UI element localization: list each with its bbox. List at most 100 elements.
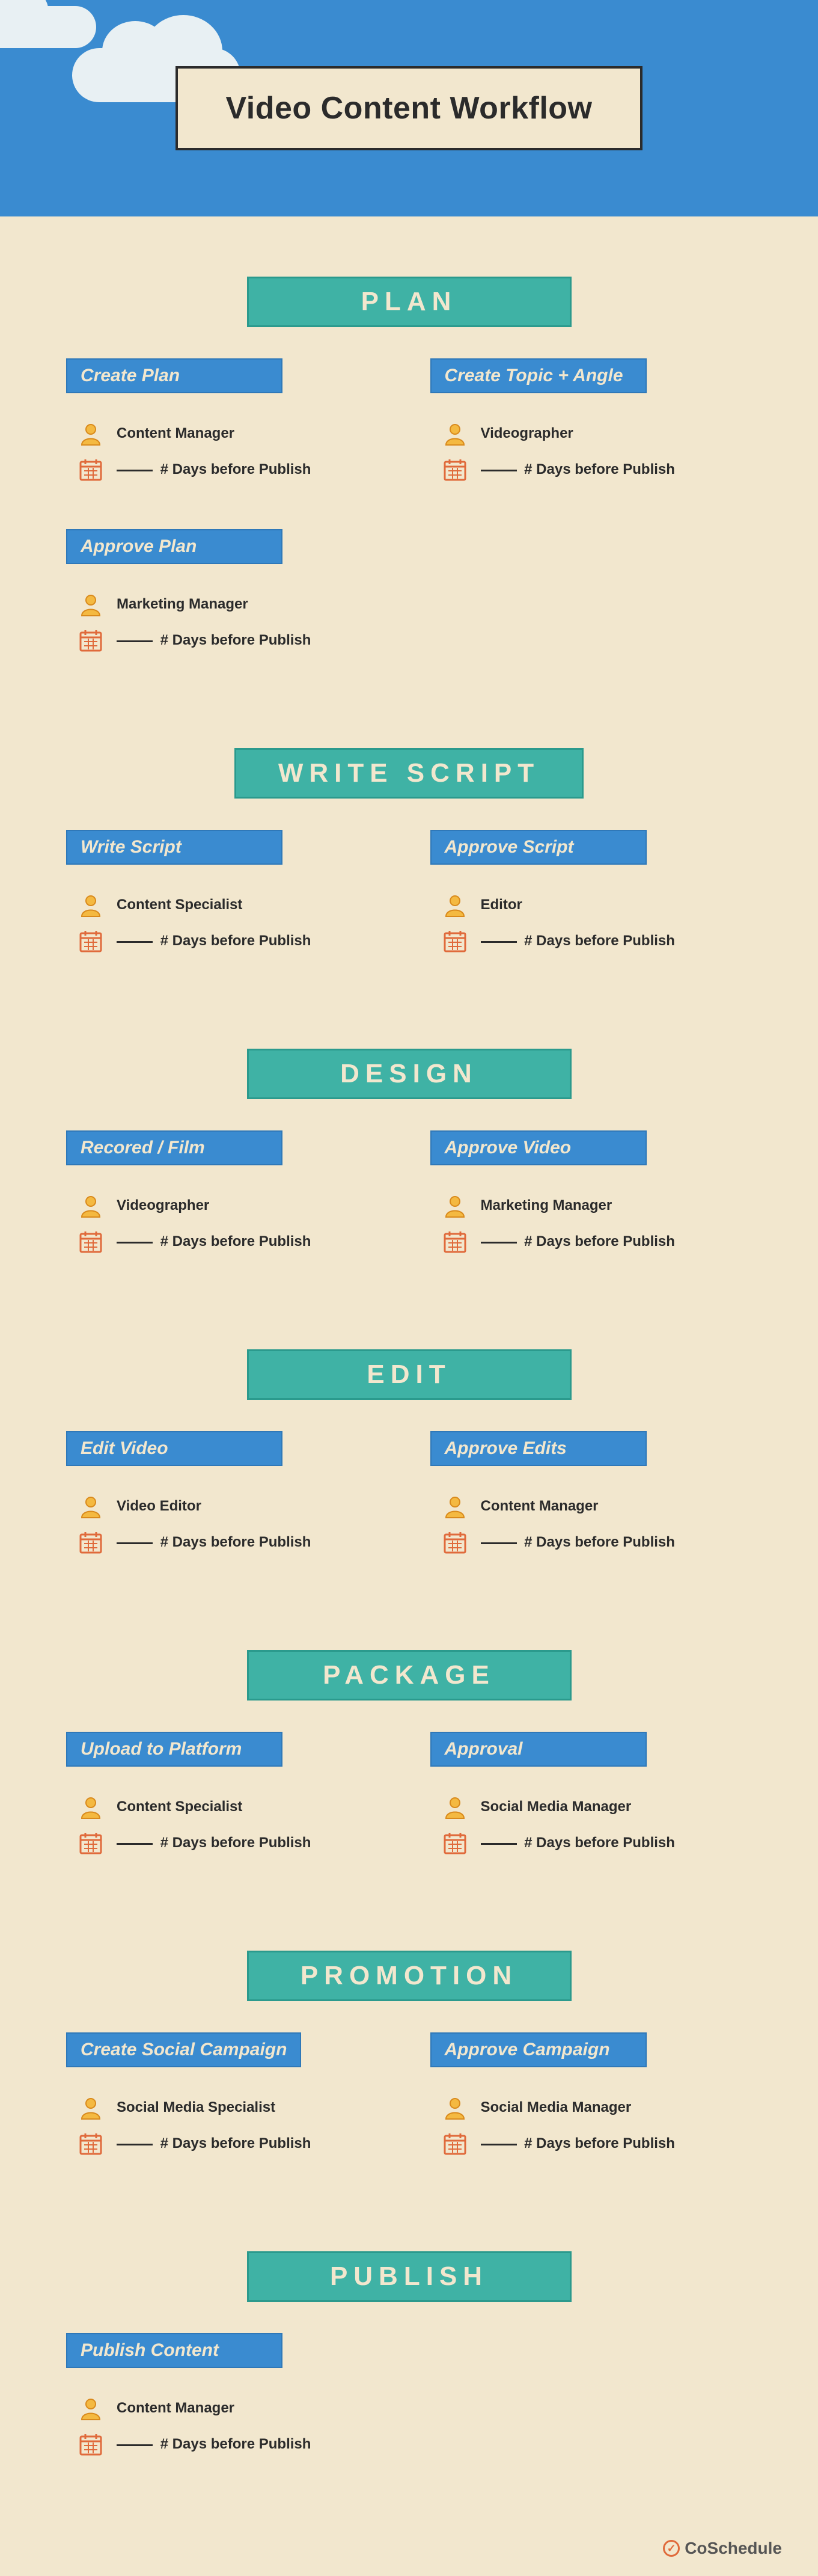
blank-line [481,1242,517,1244]
workflow-card: Create Topic + Angle Videographer # Days… [430,358,752,493]
days-row: # Days before Publish [78,1530,388,1555]
person-icon [78,1494,103,1519]
card-label: Approve Campaign [430,2032,647,2067]
person-icon [442,421,468,446]
brand-name: CoSchedule [685,2539,782,2558]
calendar-icon [78,1830,103,1856]
card-label: Approve Edits [430,1431,647,1466]
role-row: Video Editor [78,1494,388,1519]
section-head: PROMOTION [66,1951,752,2001]
person-icon [442,892,468,918]
page-title: Video Content Workflow [226,90,593,126]
calendar-icon [78,1530,103,1555]
role-row: Content Specialist [78,892,388,918]
role-name: Video Editor [117,1498,201,1515]
workflow-section: EDITEdit Video Video Editor # Days befor… [66,1349,752,1566]
role-name: Videographer [117,1197,209,1214]
card-label: Approve Plan [66,529,282,564]
blank-line [117,2444,153,2446]
card-label: Publish Content [66,2333,282,2368]
calendar-icon [442,2131,468,2156]
role-name: Content Manager [117,425,234,442]
role-row: Social Media Specialist [78,2095,388,2120]
section-head: PACKAGE [66,1650,752,1700]
section-title: WRITE SCRIPT [234,748,584,799]
workflow-section: PACKAGE Upload to Platform Content Specia… [66,1650,752,1866]
days-row: # Days before Publish [442,2131,752,2156]
days-row: # Days before Publish [78,1229,388,1254]
days-before-publish: # Days before Publish [117,1534,311,1551]
calendar-icon [442,1830,468,1856]
cards-grid: Recored / Film Videographer # Days befor… [66,1130,752,1265]
days-before-publish: # Days before Publish [117,632,311,649]
section-title: DESIGN [247,1049,572,1099]
card-label: Edit Video [66,1431,282,1466]
days-before-publish: # Days before Publish [117,933,311,949]
person-icon [78,1193,103,1218]
role-name: Marketing Manager [481,1197,612,1214]
person-icon [442,2095,468,2120]
infographic-page: Video Content Workflow PLAN Create Plan C… [0,0,818,2576]
person-icon [442,1494,468,1519]
workflow-section: WRITE SCRIPT Write Script Content Special… [66,748,752,964]
person-icon [78,1794,103,1820]
role-name: Social Media Manager [481,1799,632,1815]
brand-footer: ✓ CoSchedule [663,2539,782,2558]
section-head: WRITE SCRIPT [66,748,752,799]
cards-grid: Edit Video Video Editor # Days before Pu… [66,1431,752,1566]
card-label: Recored / Film [66,1130,282,1165]
role-row: Social Media Manager [442,1794,752,1820]
role-name: Social Media Specialist [117,2099,275,2116]
workflow-section: DESIGN Recored / Film Videographer # Days… [66,1049,752,1265]
blank-line [117,1843,153,1845]
person-icon [442,1193,468,1218]
section-head: PLAN [66,277,752,327]
role-name: Content Manager [481,1498,599,1515]
cards-grid: Create Plan Content Manager # Days befor… [66,358,752,664]
section-title: PACKAGE [247,1650,572,1700]
days-before-publish: # Days before Publish [481,1534,675,1551]
cards-grid: Create Social Campaign Social Media Spec… [66,2032,752,2167]
blank-line [117,941,153,943]
days-row: # Days before Publish [442,1830,752,1856]
workflow-card: Approve Campaign Social Media Manager # … [430,2032,752,2167]
role-name: Content Manager [117,2400,234,2417]
role-name: Content Specialist [117,897,242,913]
role-row: Content Manager [442,1494,752,1519]
days-row: # Days before Publish [442,1530,752,1555]
cards-grid: Upload to Platform Content Specialist # … [66,1732,752,1866]
days-before-publish: # Days before Publish [481,1835,675,1851]
section-title: PLAN [247,277,572,327]
role-row: Content Manager [78,421,388,446]
workflow-card: Create Social Campaign Social Media Spec… [66,2032,388,2167]
workflow-card: Approve Video Marketing Manager # Days b… [430,1130,752,1265]
days-before-publish: # Days before Publish [117,1233,311,1250]
card-label: Upload to Platform [66,1732,282,1767]
workflow-section: PROMOTION Create Social Campaign Social M… [66,1951,752,2167]
blank-line [481,2144,517,2145]
sections-container: PLAN Create Plan Content Manager # Days b… [0,216,818,2528]
role-row: Marketing Manager [78,592,388,617]
workflow-card: Approve Script Editor # Days before Publ… [430,830,752,964]
role-name: Content Specialist [117,1799,242,1815]
person-icon [78,421,103,446]
calendar-icon [78,2131,103,2156]
role-row: Videographer [442,421,752,446]
role-name: Social Media Manager [481,2099,632,2116]
blank-line [481,941,517,943]
role-row: Videographer [78,1193,388,1218]
person-icon [442,1794,468,1820]
days-before-publish: # Days before Publish [117,461,311,478]
cards-grid: Write Script Content Specialist # Days b… [66,830,752,964]
section-title: PUBLISH [247,2251,572,2302]
role-name: Videographer [481,425,573,442]
workflow-card: Write Script Content Specialist # Days b… [66,830,388,964]
section-title: PROMOTION [247,1951,572,2001]
calendar-icon [78,1229,103,1254]
blank-line [481,1542,517,1544]
workflow-card: Upload to Platform Content Specialist # … [66,1732,388,1866]
section-head: DESIGN [66,1049,752,1099]
days-row: # Days before Publish [78,2432,388,2457]
calendar-icon [442,1229,468,1254]
calendar-icon [78,457,103,482]
